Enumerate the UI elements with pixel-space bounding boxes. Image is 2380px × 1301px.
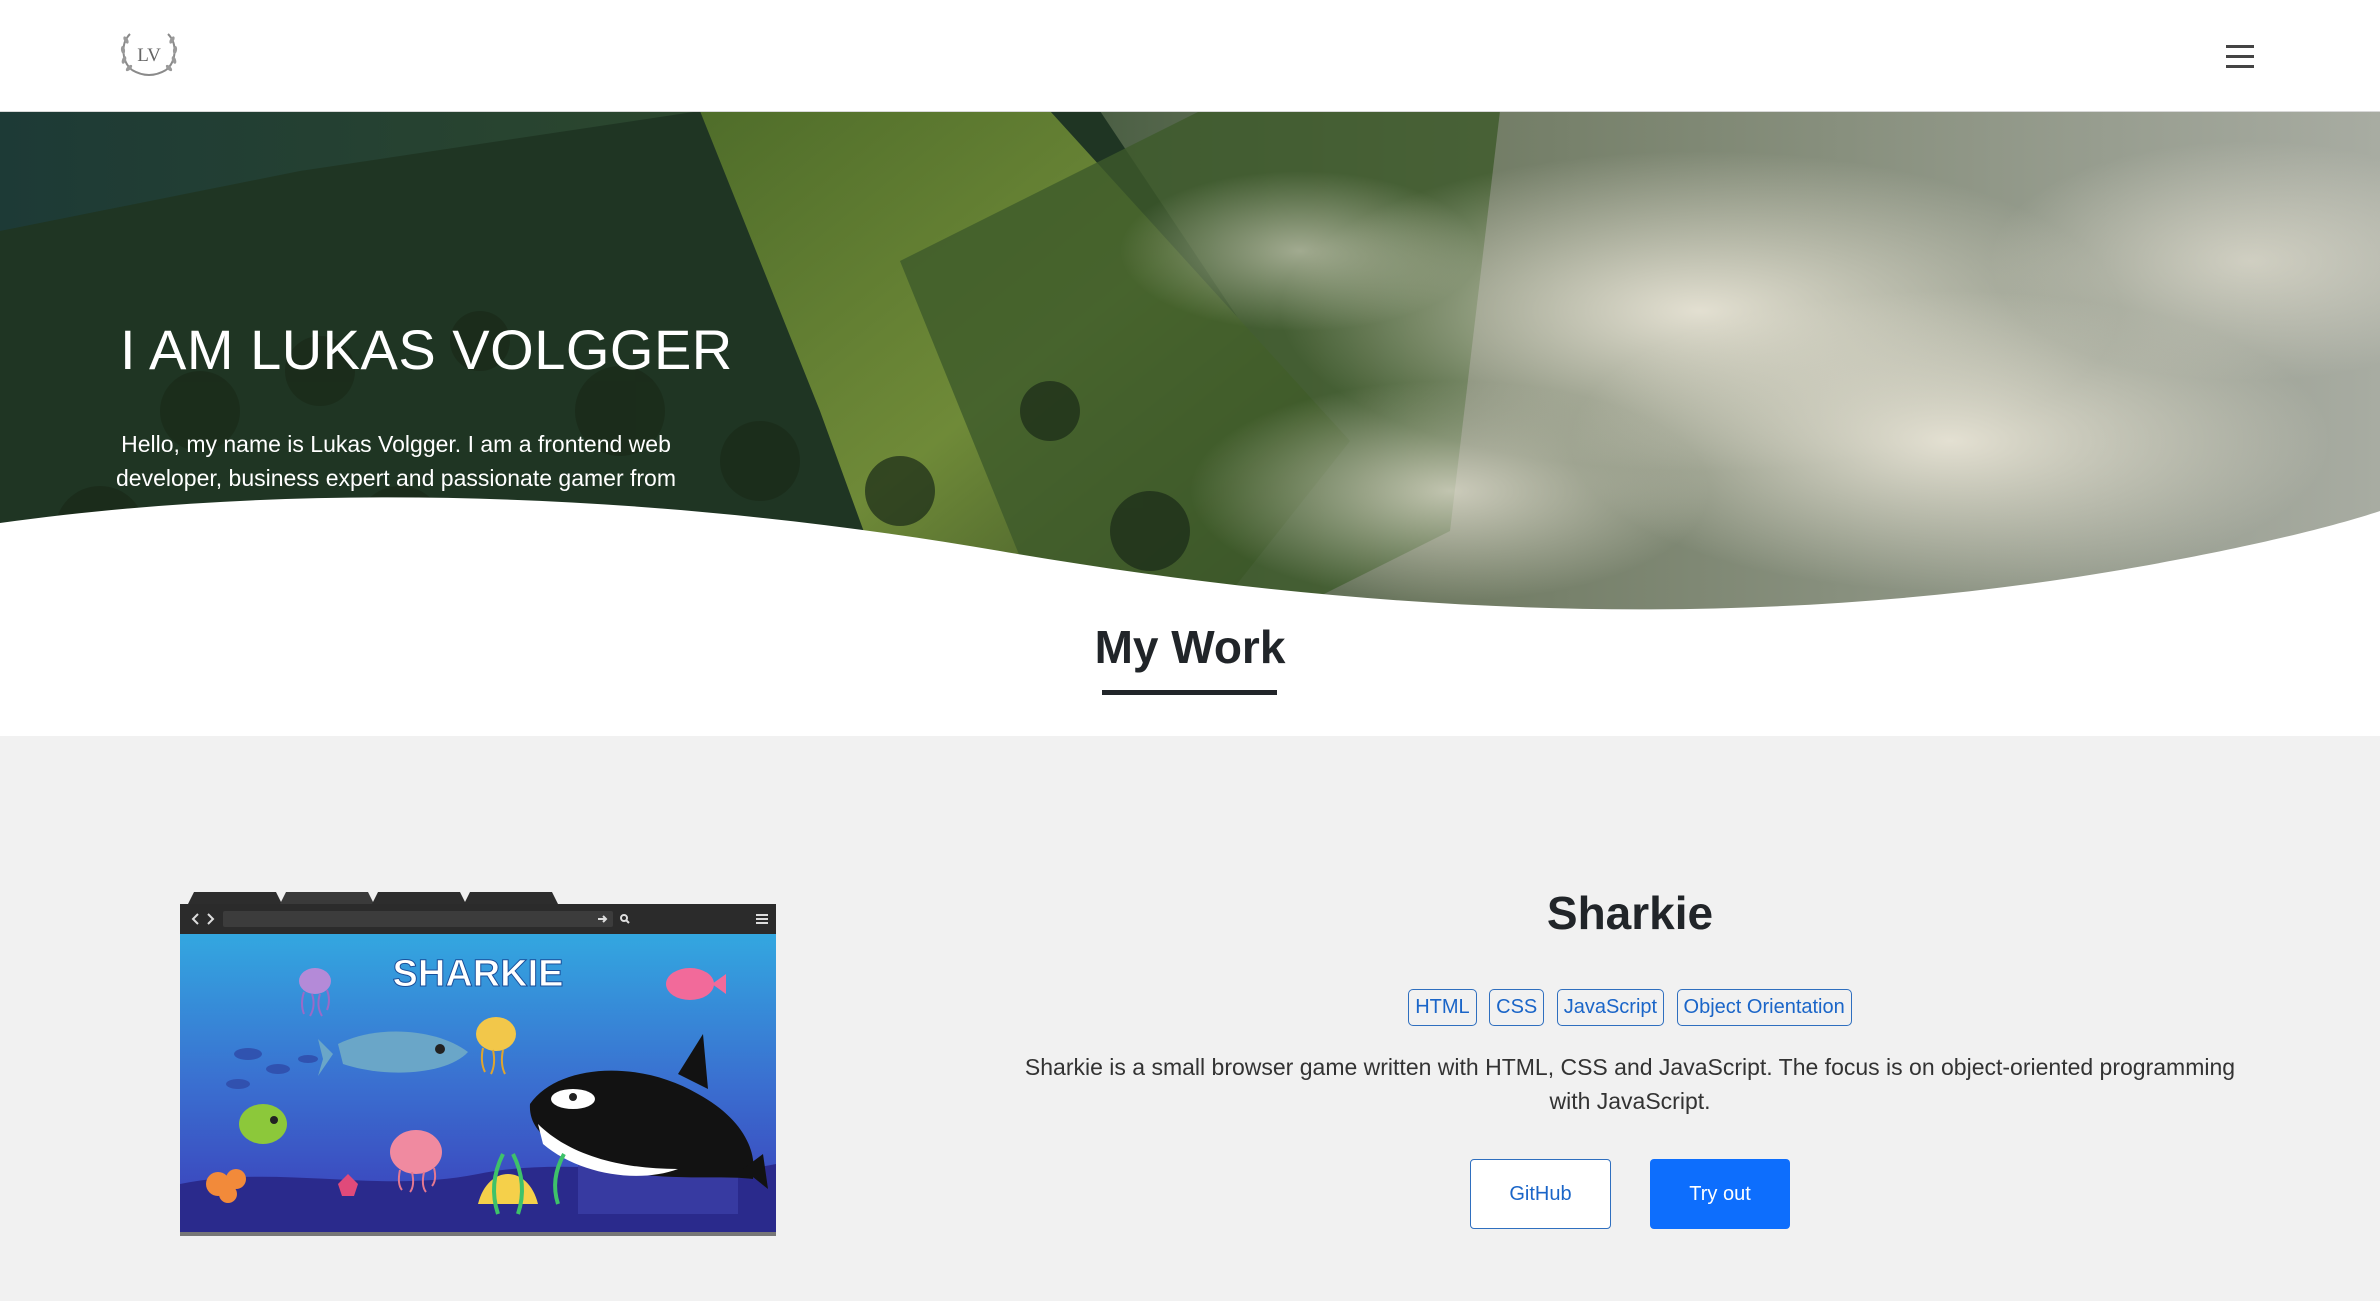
project-title: Sharkie bbox=[1546, 887, 1714, 939]
section-title: My Work bbox=[1094, 621, 1286, 673]
logo[interactable]: LV bbox=[118, 26, 180, 82]
logo-text: LV bbox=[137, 45, 161, 66]
sharkie-logo-text: SHARKIE bbox=[392, 953, 563, 995]
try-out-button[interactable]: Try out bbox=[1650, 1159, 1790, 1229]
github-button[interactable]: GitHub bbox=[1470, 1159, 1611, 1229]
hero-intro-text: Hello, my name is Lukas Volgger. I am a … bbox=[116, 431, 676, 525]
section-title-underline bbox=[1102, 690, 1277, 695]
hero-title: I AM LUKAS VOLGGER bbox=[120, 318, 733, 381]
tag-javascript: JavaScript bbox=[1556, 989, 1665, 1026]
project-tags: HTML CSS JavaScript Object Orientation bbox=[1010, 989, 2250, 1026]
tag-html: HTML bbox=[1408, 989, 1477, 1026]
hero-section: I AM LUKAS VOLGGER Hello, my name is Luk… bbox=[0, 111, 2380, 631]
tag-object-orientation: Object Orientation bbox=[1676, 989, 1852, 1026]
hamburger-menu-icon[interactable] bbox=[2214, 36, 2266, 76]
tag-css: CSS bbox=[1489, 989, 1545, 1026]
project-description: Sharkie is a small browser game written … bbox=[1024, 1054, 2236, 1114]
project-screenshot[interactable]: SHARKIE bbox=[178, 884, 778, 1236]
top-navbar: LV bbox=[0, 0, 2380, 112]
work-section: SHARKIE Sharkie HTML CSS JavaScript Obje… bbox=[0, 736, 2380, 1301]
